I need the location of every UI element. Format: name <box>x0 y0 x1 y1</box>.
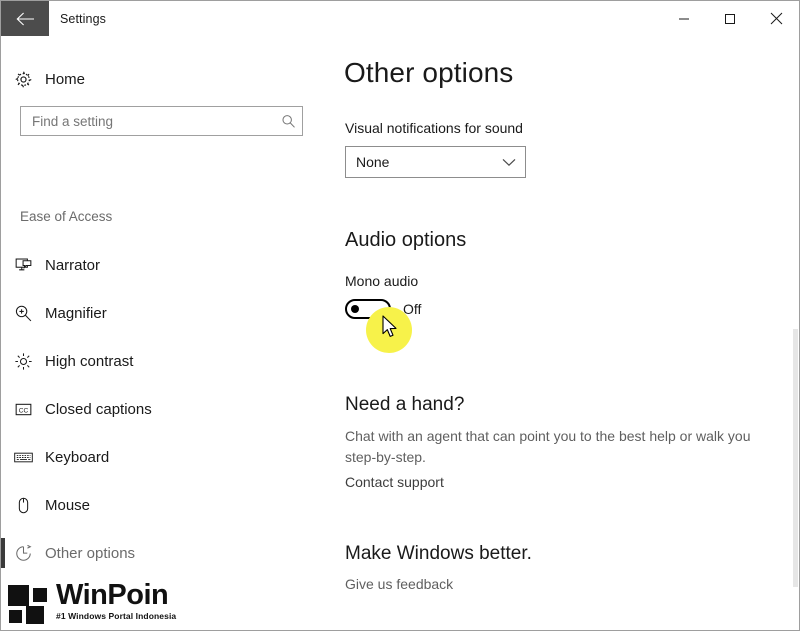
visual-notifications-value: None <box>356 154 390 170</box>
sidebar-item-keyboard[interactable]: Keyboard <box>1 433 331 481</box>
gear-icon <box>1 70 45 89</box>
sidebar-item-high-contrast[interactable]: High contrast <box>1 337 331 385</box>
search-box[interactable] <box>20 106 303 136</box>
svg-text:CC: CC <box>18 407 28 414</box>
sidebar-item-mouse[interactable]: Mouse <box>1 481 331 529</box>
minimize-icon <box>679 18 689 19</box>
sidebar-item-other-options[interactable]: Other options <box>1 529 331 577</box>
sidebar-item-closed-captions-label: Closed captions <box>45 400 152 418</box>
sidebar-item-other-options-label: Other options <box>45 544 136 562</box>
other-options-icon <box>1 544 45 563</box>
narrator-icon <box>1 256 45 275</box>
sidebar-item-magnifier[interactable]: Magnifier <box>1 289 331 337</box>
main-content: Other options Visual notifications for s… <box>331 36 799 630</box>
logo-square-c <box>9 610 22 623</box>
winpoin-tagline: #1 Windows Portal Indonesia <box>56 611 177 622</box>
need-a-hand-body: Chat with an agent that can point you to… <box>345 428 751 465</box>
mono-audio-row: Off <box>345 299 421 319</box>
close-icon <box>770 12 782 25</box>
sidebar-item-high-contrast-label: High contrast <box>45 352 134 370</box>
visual-notifications-label: Visual notifications for sound <box>345 120 523 136</box>
toggle-knob <box>351 305 359 313</box>
close-button[interactable] <box>753 1 799 36</box>
sidebar: Home Ease of Access <box>1 36 331 630</box>
sidebar-item-closed-captions[interactable]: CC Closed captions <box>1 385 331 433</box>
winpoin-watermark: WinPoin #1 Windows Portal Indonesia <box>8 581 176 624</box>
mono-audio-label: Mono audio <box>345 273 419 289</box>
mono-audio-state: Off <box>403 301 422 317</box>
audio-options-heading: Audio options <box>345 229 467 251</box>
maximize-button[interactable] <box>707 1 753 36</box>
sidebar-nav-list: Narrator Magnifier High contrast CC Clos… <box>1 241 331 577</box>
logo-square-b <box>33 588 47 602</box>
back-arrow-icon <box>16 12 34 25</box>
magnifier-icon <box>1 304 45 323</box>
search-input[interactable] <box>21 113 274 129</box>
mono-audio-toggle[interactable] <box>345 299 391 319</box>
sidebar-item-magnifier-label: Magnifier <box>45 304 107 322</box>
chevron-down-icon <box>493 158 525 167</box>
keyboard-icon <box>1 448 45 467</box>
settings-window: Settings Home Find a setting Ease of Acc… <box>0 0 800 631</box>
need-a-hand-heading: Need a hand? <box>345 394 465 415</box>
minimize-button[interactable] <box>661 1 707 36</box>
winpoin-name: WinPoin <box>56 579 169 612</box>
search-icon <box>274 114 302 129</box>
back-button[interactable] <box>1 1 49 36</box>
sidebar-section-label: Ease of Access <box>20 209 113 224</box>
sidebar-item-home-label: Home <box>45 70 86 88</box>
mouse-icon <box>1 496 45 515</box>
maximize-icon <box>725 13 735 24</box>
window-controls <box>661 1 799 36</box>
visual-notifications-dropdown[interactable]: None <box>345 146 526 178</box>
content-scrollbar[interactable] <box>793 329 798 587</box>
logo-square-d <box>26 606 44 624</box>
title-bar: Settings <box>1 1 799 36</box>
high-contrast-icon <box>1 352 45 371</box>
logo-square-a <box>8 585 29 606</box>
sidebar-item-keyboard-label: Keyboard <box>45 448 110 466</box>
sidebar-item-narrator[interactable]: Narrator <box>1 241 331 289</box>
winpoin-logo-icon <box>8 585 50 624</box>
winpoin-wordmark: WinPoin #1 Windows Portal Indonesia <box>56 581 176 623</box>
sidebar-item-mouse-label: Mouse <box>45 496 91 514</box>
give-us-feedback-link[interactable]: Give us feedback <box>345 576 453 592</box>
page-title: Other options <box>344 57 514 88</box>
contact-support-link[interactable]: Contact support <box>345 474 444 490</box>
window-title: Settings <box>60 11 106 26</box>
closed-captions-icon: CC <box>1 400 45 419</box>
sidebar-item-home[interactable]: Home <box>1 59 331 99</box>
make-windows-better-heading: Make Windows better. <box>345 543 532 564</box>
sidebar-item-narrator-label: Narrator <box>45 256 101 274</box>
